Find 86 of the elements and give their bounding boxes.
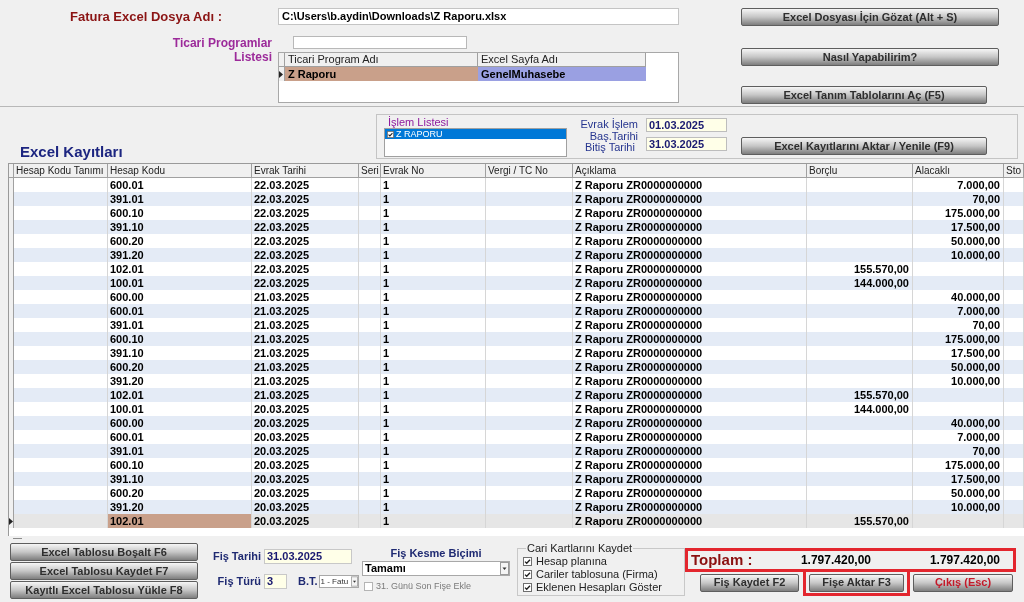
total-value: 1.797.420,00	[928, 552, 1000, 568]
save-table-button[interactable]: Excel Tablosu Kaydet F7	[10, 562, 198, 580]
table-row[interactable]: 391.10 20.03.2025 1 Z Raporu ZR0000000000 17.500,00	[9, 472, 1024, 486]
caret-icon	[500, 562, 509, 575]
list-item[interactable]: Z RAPORU	[385, 129, 566, 139]
import-refresh-button[interactable]: Excel Kayıtlarını Aktar / Yenile (F9)	[741, 137, 987, 155]
search-field[interactable]	[293, 36, 467, 49]
totals-label: Toplam :	[690, 551, 754, 569]
column-header[interactable]: Ticari Program Adı	[285, 53, 478, 67]
field-label: Bitiş Tarihi	[584, 141, 635, 153]
checkbox[interactable]	[387, 130, 394, 138]
load-table-button[interactable]: Kayıtlı Excel Tablosu Yükle F8	[10, 581, 198, 599]
date-field[interactable]: 31.03.2025	[264, 549, 352, 564]
column-header[interactable]: Alacaklı	[913, 164, 1004, 178]
table-row[interactable]: 600.00 21.03.2025 1 Z Raporu ZR0000000000 40.000,00	[9, 290, 1024, 304]
table-row[interactable]: 600.10 21.03.2025 1 Z Raporu ZR0000000000 175.000,00	[9, 332, 1024, 346]
table-cell: 102.01	[108, 514, 252, 528]
table-row[interactable]: 600.00 20.03.2025 1 Z Raporu ZR0000000000 40.000,00	[9, 416, 1024, 430]
table-row[interactable]: 102.01 20.03.2025 1 Z Raporu ZR0000000000 155.570,00	[9, 514, 1024, 528]
dropdown[interactable]: 1 - Fatu	[318, 575, 359, 588]
table-row[interactable]: 600.10 20.03.2025 1 Z Raporu ZR0000000000 175.000,00	[9, 458, 1024, 472]
clear-table-button[interactable]: Excel Tablosu Boşalt F6	[10, 543, 198, 561]
table-row[interactable]: 600.20 20.03.2025 1 Z Raporu ZR0000000000 50.000,00	[9, 486, 1024, 500]
checkbox-label: 31. Günü Son Fişe Ekle	[376, 580, 472, 592]
row-pointer-icon	[279, 70, 283, 78]
field-label: Evrak İşlem Baş.Tarihi	[579, 118, 638, 142]
field-label: Fiş Tarihi	[211, 549, 262, 565]
table-row[interactable]: 391.20 20.03.2025 1 Z Raporu ZR0000000000 10.000,00	[9, 500, 1024, 514]
table-row[interactable]: 600.01 20.03.2025 1 Z Raporu ZR0000000000 7.000,00	[9, 430, 1024, 444]
table-cell: 155.570,00	[807, 514, 913, 528]
table-row[interactable]: 391.01 22.03.2025 1 Z Raporu ZR0000000000 70,00	[9, 192, 1024, 206]
help-button[interactable]: Nasıl Yapabilirim?	[741, 48, 999, 66]
table-row[interactable]: 600.20 22.03.2025 1 Z Raporu ZR0000000000 50.000,00	[9, 234, 1024, 248]
table-row[interactable]: 100.01 20.03.2025 1 Z Raporu ZR0000000000 144.000,00	[9, 402, 1024, 416]
open-definitions-button[interactable]: Excel Tanım Tablolarını Aç (F5)	[741, 86, 987, 104]
column-header[interactable]: Evrak Tarihi	[252, 164, 359, 178]
table-row[interactable]: 600.10 22.03.2025 1 Z Raporu ZR0000000000 175.000,00	[9, 206, 1024, 220]
form-label: Fatura Excel Dosya Adı :	[70, 8, 222, 25]
transfer-voucher-button[interactable]: Fişe Aktar F3	[809, 573, 904, 592]
table-row[interactable]: 391.20 21.03.2025 1 Z Raporu ZR0000000000 10.000,00	[9, 374, 1024, 388]
table-row[interactable]: 391.01 20.03.2025 1 Z Raporu ZR0000000000 70,00	[9, 444, 1024, 458]
table-cell: 20.03.2025	[252, 514, 359, 528]
table-row[interactable]: 100.01 22.03.2025 1 Z Raporu ZR0000000000 144.000,00	[9, 276, 1024, 290]
field-label: Fiş Türü	[216, 574, 262, 590]
checkbox-label: Cariler tablosuna (Firma)	[536, 568, 658, 581]
table-row[interactable]: 102.01 21.03.2025 1 Z Raporu ZR0000000000 155.570,00	[9, 388, 1024, 402]
table-cell: Z Raporu ZR0000000000	[573, 514, 807, 528]
checkbox-label: Eklenen Hesapları Göster	[536, 581, 662, 594]
column-header[interactable]: Açıklama	[573, 164, 807, 178]
grid-cell: GenelMuhasebe	[478, 67, 646, 81]
caret-icon	[350, 576, 358, 587]
table-row[interactable]: 600.01 21.03.2025 1 Z Raporu ZR0000000000 7.000,00	[9, 304, 1024, 318]
field-label: B.T.	[298, 574, 318, 590]
table-row[interactable]: 391.20 22.03.2025 1 Z Raporu ZR0000000000 10.000,00	[9, 248, 1024, 262]
checkbox[interactable]	[523, 583, 532, 592]
table-row[interactable]: 102.01 22.03.2025 1 Z Raporu ZR0000000000 155.570,00	[9, 262, 1024, 276]
table-row[interactable]: 391.01 21.03.2025 1 Z Raporu ZR0000000000 70,00	[9, 318, 1024, 332]
table-cell: 1	[381, 514, 486, 528]
field-label: Fiş Kesme Biçimi	[389, 547, 483, 560]
group-title: Cari Kartlarını Kaydet	[526, 542, 634, 555]
column-header[interactable]: Borçlu	[807, 164, 913, 178]
date-field[interactable]: 31.03.2025	[646, 137, 727, 151]
date-field[interactable]: 01.03.2025	[646, 118, 727, 132]
column-header[interactable]: Seri	[359, 164, 381, 178]
column-header[interactable]: Vergi / TC No	[486, 164, 573, 178]
save-voucher-button[interactable]: Fiş Kaydet F2	[700, 573, 799, 592]
dropdown[interactable]: Tamamı	[362, 561, 510, 576]
section-title: Excel Kayıtları	[20, 143, 123, 161]
browse-button[interactable]: Excel Dosyası İçin Gözat (Alt + S)	[741, 8, 999, 26]
column-header[interactable]: Sto	[1004, 164, 1024, 178]
column-header[interactable]: Excel Sayfa Adı	[478, 53, 646, 67]
grid-cell: Z Raporu	[285, 67, 478, 81]
checkbox[interactable]	[523, 557, 532, 566]
table-row[interactable]: 391.10 21.03.2025 1 Z Raporu ZR0000000000 17.500,00	[9, 346, 1024, 360]
total-value: 1.797.420,00	[799, 552, 871, 568]
column-header[interactable]: Evrak No	[381, 164, 486, 178]
voucher-type-field[interactable]: 3	[264, 574, 287, 589]
column-header[interactable]: Hesap Kodu	[108, 164, 252, 178]
table-row[interactable]: 600.20 21.03.2025 1 Z Raporu ZR0000000000 50.000,00	[9, 360, 1024, 374]
table-row[interactable]: 391.10 22.03.2025 1 Z Raporu ZR0000000000 17.500,00	[9, 220, 1024, 234]
checkbox-label: Hesap planına	[536, 555, 607, 568]
list-label: İşlem Listesi	[387, 116, 450, 128]
exit-button[interactable]: Çıkış (Esc)	[913, 573, 1013, 592]
checkbox[interactable]	[523, 570, 532, 579]
form-label: Ticari Programlar Listesi	[171, 36, 272, 64]
file-path-field[interactable]: C:\Users\b.aydin\Downloads\Z Raporu.xlsx	[278, 8, 679, 25]
